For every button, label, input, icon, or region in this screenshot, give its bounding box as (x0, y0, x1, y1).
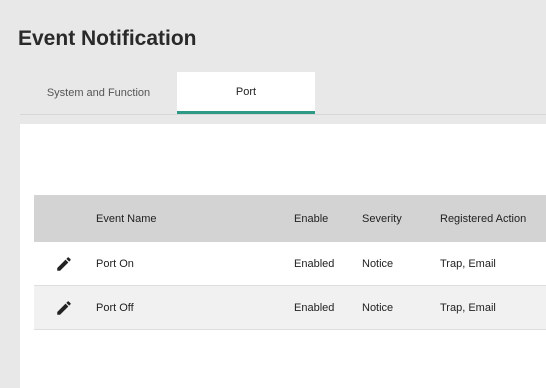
cell-event-name: Port On (96, 257, 134, 270)
event-table: Event Name Enable Severity Registered Ac… (34, 195, 546, 330)
table-row: Port On Enabled Notice Trap, Email (34, 242, 546, 286)
page-title: Event Notification (18, 27, 197, 50)
tab-bar: System and Function Port (20, 72, 546, 115)
edit-button[interactable] (34, 255, 96, 273)
pencil-icon[interactable] (55, 299, 73, 317)
cell-registered-action: Trap, Email (440, 301, 496, 314)
tab-port[interactable]: Port (177, 72, 315, 114)
header-registered-action[interactable]: Registered Action (440, 213, 546, 225)
table-header-row: Event Name Enable Severity Registered Ac… (34, 195, 546, 242)
edit-button[interactable] (34, 299, 96, 317)
cell-event-name: Port Off (96, 301, 134, 314)
header-event-name[interactable]: Event Name (96, 213, 294, 225)
cell-severity: Notice (362, 301, 394, 314)
content-panel: Event Name Enable Severity Registered Ac… (20, 124, 546, 388)
cell-enable: Enabled (294, 257, 335, 270)
cell-severity: Notice (362, 257, 394, 270)
header-severity[interactable]: Severity (362, 213, 440, 225)
cell-enable: Enabled (294, 301, 335, 314)
table-row: Port Off Enabled Notice Trap, Email (34, 286, 546, 330)
cell-registered-action: Trap, Email (440, 257, 496, 270)
pencil-icon[interactable] (55, 255, 73, 273)
tab-system-and-function[interactable]: System and Function (20, 72, 177, 114)
header-enable[interactable]: Enable (294, 213, 362, 225)
